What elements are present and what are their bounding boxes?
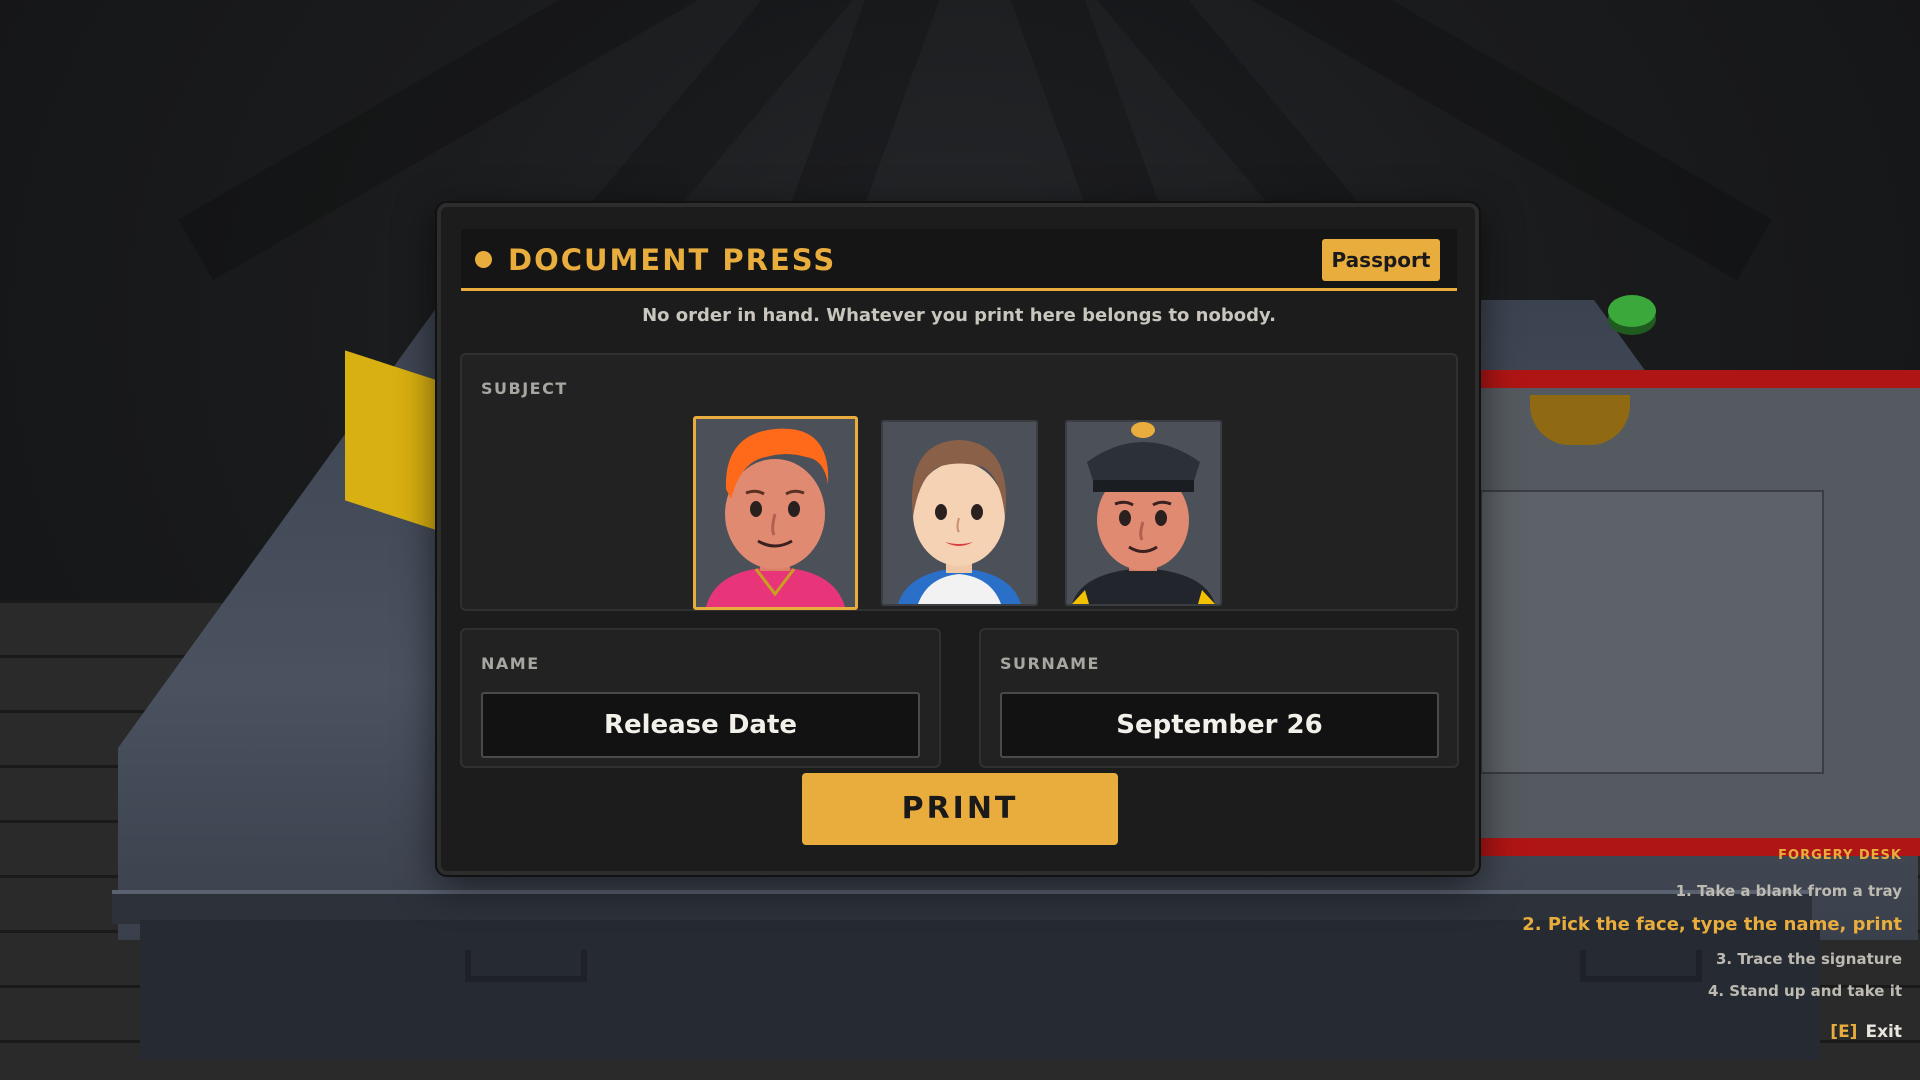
objectives-title: FORGERY DESK [1778,848,1902,863]
objective-step-active: 2. Pick the face, type the name, print [1522,914,1902,935]
drawer-handle[interactable] [1580,950,1702,982]
subject-label: SUBJECT [481,379,568,398]
desk-front [140,920,1820,1060]
yellow-clamp [345,350,435,530]
document-type-button[interactable]: Passport [1322,239,1440,281]
green-button[interactable] [1608,295,1656,327]
police-officer-icon [1067,422,1220,604]
portrait-orange-hair-man[interactable] [693,416,858,610]
exit-prompt[interactable]: [E] Exit [1830,1022,1902,1042]
portrait-police-officer[interactable] [1065,420,1222,606]
panel-subtitle: No order in hand. Whatever you print her… [642,305,1276,326]
objective-step: 1. Take a blank from a tray [1675,882,1902,900]
panel-title: DOCUMENT PRESS [508,243,837,277]
tray-inner [1480,490,1824,774]
name-label: NAME [481,654,540,673]
surname-input[interactable]: September 26 [1000,692,1439,758]
orange-hair-man-icon [696,419,855,607]
exit-label: Exit [1865,1022,1902,1042]
brown-hair-woman-icon [883,422,1036,604]
surname-label: SURNAME [1000,654,1100,673]
objective-step: 4. Stand up and take it [1707,982,1902,1000]
objective-step: 3. Trace the signature [1715,950,1902,968]
name-input[interactable]: Release Date [481,692,920,758]
portrait-brown-hair-woman[interactable] [881,420,1038,606]
status-dot-icon [475,251,492,268]
drawer-handle[interactable] [465,950,587,982]
print-button[interactable]: PRINT [802,773,1118,845]
exit-key-hint: [E] [1830,1022,1858,1042]
